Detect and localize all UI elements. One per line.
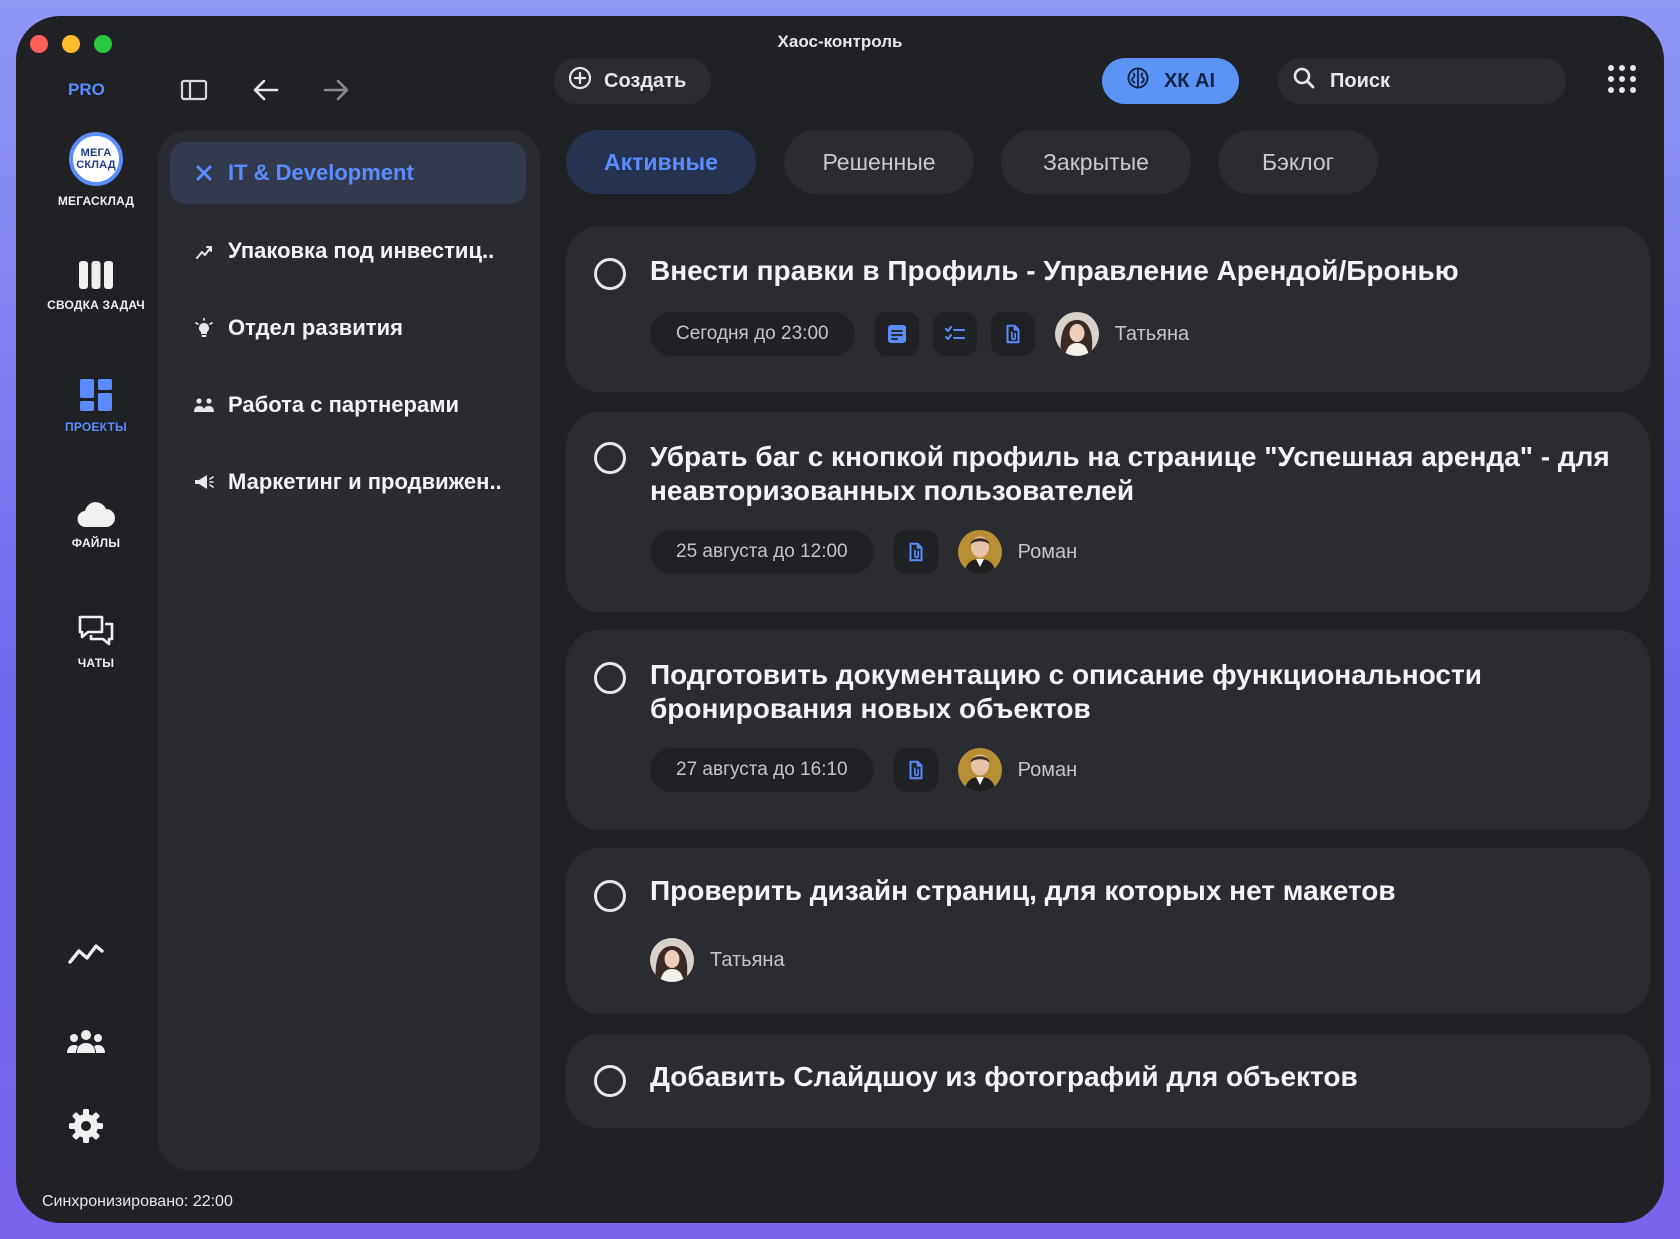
task-checkbox[interactable]: [594, 880, 626, 912]
checklist-icon[interactable]: [932, 312, 977, 356]
nav-label: ПРОЕКТЫ: [65, 420, 127, 434]
attachment-icon[interactable]: [893, 530, 938, 574]
due-date-badge: 27 августа до 16:10: [650, 748, 874, 792]
avatar: [650, 938, 694, 982]
task-card[interactable]: Проверить дизайн страниц, для которых не…: [566, 848, 1650, 1014]
nav-item-task-summary[interactable]: СВОДКА ЗАДАЧ: [26, 260, 166, 312]
tab-backlog[interactable]: Бэклог: [1218, 130, 1378, 194]
nav-label: ЧАТЫ: [77, 656, 115, 670]
project-item-investment-packaging[interactable]: Упаковка под инвестиц..: [170, 220, 526, 282]
brain-icon: [1126, 66, 1150, 96]
project-label: Работа с партнерами: [228, 392, 460, 417]
task-meta: Сегодня до 23:00 Татьяна: [650, 312, 1189, 356]
tools-icon: [194, 164, 214, 182]
nav-item-projects[interactable]: ПРОЕКТЫ: [26, 378, 166, 434]
forward-arrow-icon[interactable]: [322, 78, 350, 107]
nav-label: ФАЙЛЫ: [71, 536, 121, 550]
project-item-partners[interactable]: Работа с партнерами: [170, 374, 526, 436]
settings-icon[interactable]: [66, 1108, 106, 1144]
attachment-icon[interactable]: [893, 748, 938, 792]
task-card[interactable]: Внести правки в Профиль - Управление Аре…: [566, 226, 1650, 392]
project-label: IT & Development: [228, 160, 414, 185]
project-label: Маркетинг и продвижен..: [228, 469, 502, 494]
back-arrow-icon[interactable]: [252, 78, 280, 107]
due-date-badge: 25 августа до 12:00: [650, 530, 874, 574]
project-item-it-development[interactable]: IT & Development: [170, 142, 526, 204]
sidebar-toggle-icon[interactable]: [180, 78, 208, 107]
task-title: Внести правки в Профиль - Управление Аре…: [650, 255, 1459, 286]
task-meta: 25 августа до 12:00 Роман: [650, 530, 1077, 574]
task-checkbox[interactable]: [594, 442, 626, 474]
task-title: Добавить Слайдшоу из фотографий для объе…: [650, 1061, 1358, 1092]
search-input[interactable]: Поиск: [1278, 58, 1566, 104]
sync-status: Синхронизировано: 22:00: [42, 1193, 233, 1210]
team-icon[interactable]: [66, 1028, 106, 1054]
nav-label: МЕГАСКЛАД: [57, 194, 135, 208]
task-card[interactable]: Добавить Слайдшоу из фотографий для объе…: [566, 1034, 1650, 1128]
create-button[interactable]: Создать: [554, 58, 711, 104]
create-label: Создать: [604, 69, 687, 92]
assignee-name: Татьяна: [1114, 322, 1190, 345]
growth-icon: [194, 242, 214, 260]
task-meta: Татьяна: [650, 938, 785, 982]
plus-circle-icon: [568, 66, 592, 96]
assignee-name: Татьяна: [710, 948, 785, 971]
ai-label: ХК AI: [1163, 69, 1216, 92]
note-icon[interactable]: [874, 312, 919, 356]
tab-closed[interactable]: Закрытые: [1001, 130, 1191, 194]
task-checkbox[interactable]: [594, 662, 626, 694]
avatar: [1055, 312, 1099, 356]
task-title: Проверить дизайн страниц, для которых не…: [650, 875, 1396, 906]
assignee-name: Роман: [1017, 758, 1078, 781]
dashboard-icon: [26, 378, 166, 412]
assignee-name: Роман: [1017, 540, 1078, 563]
task-card[interactable]: Убрать баг с кнопкой профиль на странице…: [566, 412, 1650, 612]
nav-item-company[interactable]: МЕГА СКЛАД МЕГАСКЛАД: [26, 132, 166, 208]
project-label: Упаковка под инвестиц..: [228, 238, 495, 263]
lightbulb-icon: [194, 318, 214, 338]
task-assignee: Татьяна: [1055, 312, 1190, 356]
project-item-development-department[interactable]: Отдел развития: [170, 297, 526, 359]
task-assignee: Роман: [958, 530, 1078, 574]
task-title: Убрать баг с кнопкой профиль на странице…: [650, 441, 1610, 506]
ai-assistant-button[interactable]: ХК AI: [1102, 58, 1239, 104]
analytics-icon[interactable]: [66, 942, 106, 966]
search-placeholder: Поиск: [1330, 69, 1391, 92]
window-title: Хаос-контроль: [777, 32, 903, 51]
due-date-badge: Сегодня до 23:00: [650, 312, 855, 356]
nav-label: СВОДКА ЗАДАЧ: [47, 298, 145, 312]
attachment-icon[interactable]: [990, 312, 1035, 356]
company-logo: МЕГА СКЛАД: [69, 132, 123, 186]
pro-badge: PRO: [68, 80, 105, 99]
task-assignee: Татьяна: [650, 938, 785, 982]
partners-icon: [194, 397, 214, 413]
task-meta: 27 августа до 16:10 Роман: [650, 748, 1077, 792]
columns-icon: [26, 260, 166, 290]
projects-panel: IT & Development Упаковка под инвестиц..…: [158, 130, 540, 1170]
task-title: Подготовить документацию с описание функ…: [650, 659, 1482, 724]
chat-icon: [26, 614, 166, 648]
task-checkbox[interactable]: [594, 258, 626, 290]
project-item-marketing[interactable]: Маркетинг и продвижен..: [170, 451, 526, 513]
project-label: Отдел развития: [228, 315, 403, 340]
tab-solved[interactable]: Решенные: [784, 130, 974, 194]
cloud-icon: [26, 500, 166, 528]
tab-active[interactable]: Активные: [566, 130, 756, 194]
task-card[interactable]: Подготовить документацию с описание функ…: [566, 630, 1650, 830]
search-icon: [1292, 66, 1316, 96]
apps-grid-icon[interactable]: [1608, 65, 1636, 93]
task-assignee: Роман: [958, 748, 1078, 792]
megaphone-icon: [194, 474, 214, 490]
avatar: [958, 748, 1002, 792]
app-window: Хаос-контроль PRO Создать ХК AI Поиск МЕ…: [16, 16, 1664, 1223]
nav-item-files[interactable]: ФАЙЛЫ: [26, 500, 166, 550]
nav-item-chats[interactable]: ЧАТЫ: [26, 614, 166, 670]
task-checkbox[interactable]: [594, 1065, 626, 1097]
avatar: [958, 530, 1002, 574]
